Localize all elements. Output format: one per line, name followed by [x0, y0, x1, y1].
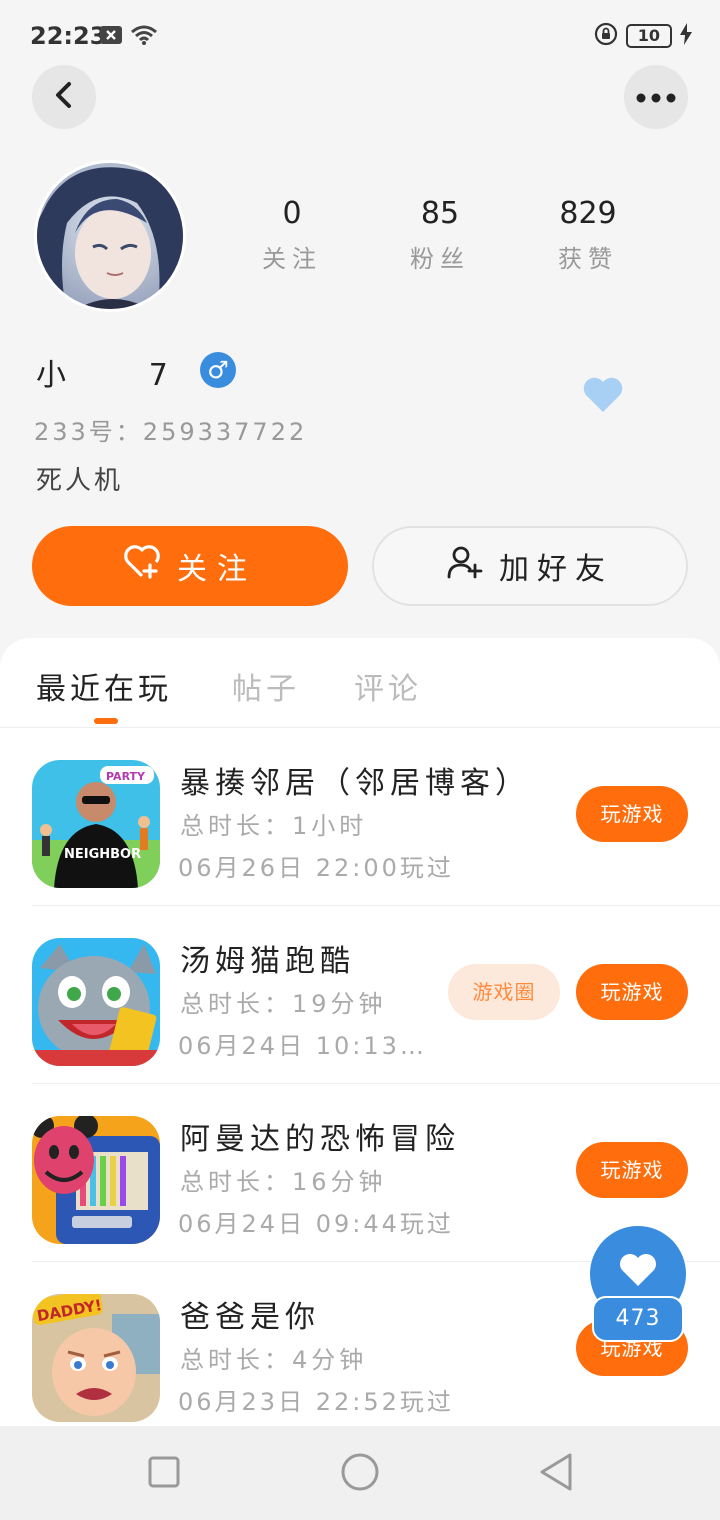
tab-bar: 最近在玩 帖子 评论 — [0, 638, 720, 728]
heart-plus-icon — [123, 545, 161, 587]
add-user-icon — [447, 545, 483, 587]
user-id: 233号：259337722 — [34, 418, 308, 446]
status-time: 22:23 — [30, 22, 107, 50]
more-dots-icon — [636, 88, 676, 107]
add-friend-button[interactable]: 加好友 — [372, 526, 688, 606]
status-bar: 22:23 10 — [0, 0, 720, 70]
svg-text:NEIGHBOR: NEIGHBOR — [64, 847, 141, 862]
following-label: 关注 — [262, 245, 322, 273]
svg-text:PARTY: PARTY — [106, 770, 146, 783]
stat-likes[interactable]: 829 获赞 — [528, 196, 648, 274]
charging-icon — [680, 23, 692, 49]
game-duration: 总时长：19分钟 — [180, 990, 387, 1018]
game-last-played: 06月24日 10:13… — [178, 1032, 427, 1060]
chevron-left-icon — [52, 81, 76, 113]
play-game-button[interactable]: 玩游戏 — [576, 786, 688, 842]
game-last-played: 06月24日 09:44玩过 — [178, 1210, 454, 1238]
game-icon-tom-cat[interactable] — [32, 938, 160, 1066]
game-last-played: 06月26日 22:00玩过 — [178, 854, 454, 882]
male-gender-icon: ♂ — [200, 352, 236, 388]
notification-x-icon — [100, 26, 122, 48]
more-button[interactable] — [624, 65, 688, 129]
game-icon-amanda[interactable] — [32, 1116, 160, 1244]
follow-button[interactable]: 关注 — [32, 526, 348, 606]
battery-icon: 10 — [625, 24, 672, 48]
following-count: 0 — [282, 196, 302, 231]
fans-label: 粉丝 — [410, 245, 470, 273]
add-friend-label: 加好友 — [499, 552, 613, 587]
game-row[interactable]: PARTY NEIGHBOR 暴揍邻居（邻居博客） 总时长：1小时 06月26日… — [32, 728, 720, 906]
tab-indicator — [94, 718, 118, 724]
stat-following[interactable]: 0 关注 — [232, 196, 352, 274]
likes-count: 829 — [559, 196, 617, 231]
back-nav-button[interactable] — [538, 1452, 574, 1496]
heart-icon[interactable] — [582, 376, 624, 418]
fans-count: 85 — [420, 196, 460, 231]
game-duration: 总时长：1小时 — [180, 812, 368, 840]
bio: 死人机 — [36, 466, 124, 496]
game-duration: 总时长：16分钟 — [180, 1168, 387, 1196]
game-title: 汤姆猫跑酷 — [180, 944, 355, 979]
heart-icon — [619, 1254, 657, 1292]
game-last-played: 06月23日 22:52玩过 — [178, 1388, 454, 1416]
follow-label: 关注 — [177, 552, 257, 587]
game-icon-daddy[interactable]: DADDY! — [32, 1294, 160, 1422]
avatar[interactable] — [34, 160, 186, 312]
game-icon-neighbor[interactable]: PARTY NEIGHBOR — [32, 760, 160, 888]
like-count: 473 — [592, 1296, 684, 1342]
tab-comments[interactable]: 评论 — [354, 664, 422, 708]
game-title: 暴揍邻居（邻居博客） — [180, 766, 530, 801]
game-duration: 总时长：4分钟 — [180, 1346, 368, 1374]
game-row[interactable]: 汤姆猫跑酷 总时长：19分钟 06月24日 10:13… 游戏圈 玩游戏 — [32, 906, 720, 1084]
play-game-button[interactable]: 玩游戏 — [576, 1142, 688, 1198]
tab-posts[interactable]: 帖子 — [232, 664, 300, 708]
stat-fans[interactable]: 85 粉丝 — [380, 196, 500, 274]
lock-rotation-icon — [594, 22, 618, 50]
system-nav-bar — [0, 1426, 720, 1520]
game-title: 爸爸是你 — [180, 1300, 320, 1335]
wifi-icon — [130, 24, 158, 50]
likes-label: 获赞 — [558, 245, 618, 273]
status-right: 10 — [594, 22, 692, 50]
recent-apps-button[interactable] — [148, 1456, 180, 1492]
game-title: 阿曼达的恐怖冒险 — [180, 1122, 460, 1157]
back-button[interactable] — [32, 65, 96, 129]
tab-recently-played[interactable]: 最近在玩 — [36, 664, 172, 708]
home-button[interactable] — [340, 1452, 380, 1496]
username: 小 7 — [36, 358, 170, 393]
status-left-icons — [100, 24, 158, 50]
play-game-button[interactable]: 玩游戏 — [576, 964, 688, 1020]
game-circle-button[interactable]: 游戏圈 — [448, 964, 560, 1020]
